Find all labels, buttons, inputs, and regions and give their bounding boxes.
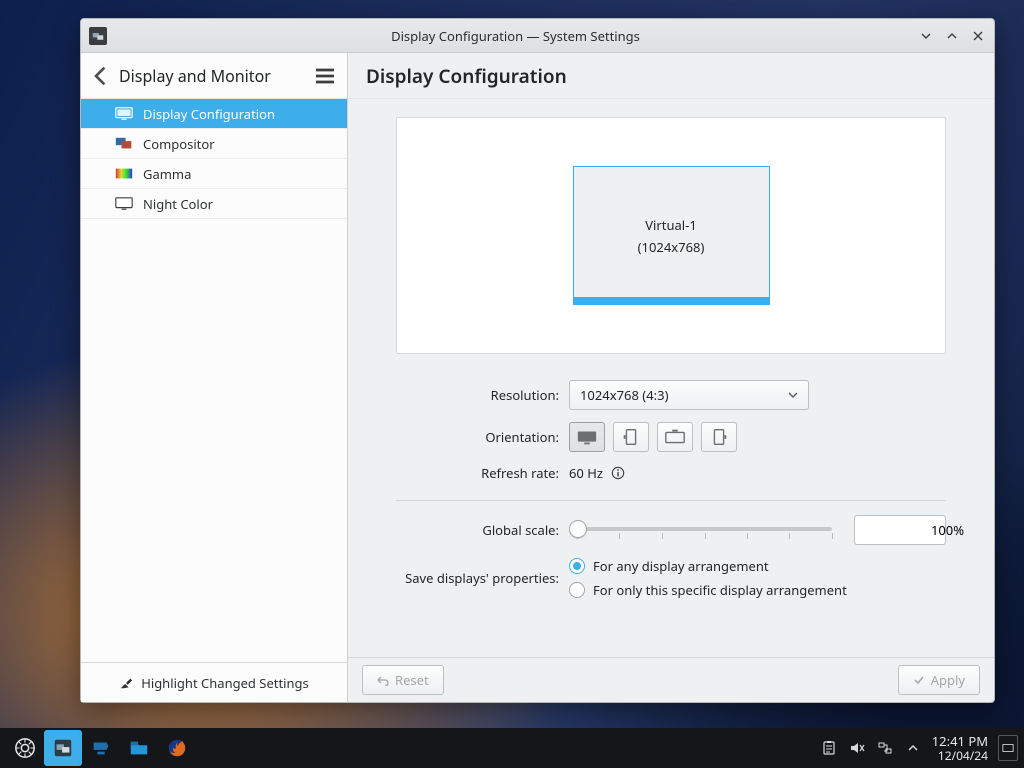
- show-desktop-button[interactable]: [998, 735, 1018, 761]
- global-scale-spinbox[interactable]: ▲ ▼: [854, 515, 946, 545]
- orientation-label: Orientation:: [396, 428, 569, 446]
- taskbar: 12:41 PM 12/04/24: [0, 728, 1024, 768]
- resolution-value: 1024x768 (4:3): [580, 386, 668, 404]
- taskbar-item-system-settings[interactable]: [44, 730, 82, 766]
- radio-any-arrangement[interactable]: For any display arrangement: [569, 557, 946, 575]
- window-titlebar[interactable]: Display Configuration — System Settings: [81, 19, 994, 53]
- refresh-rate-label: Refresh rate:: [396, 464, 569, 482]
- orientation-portrait-left-button[interactable]: [613, 422, 649, 452]
- global-scale-slider[interactable]: [569, 518, 840, 542]
- volume-muted-icon[interactable]: [848, 739, 866, 757]
- apply-button[interactable]: Apply: [898, 665, 980, 695]
- desktop-wallpaper: Display Configuration — System Settings …: [0, 0, 1024, 768]
- sidebar-item-label: Gamma: [143, 165, 191, 183]
- sidebar-item-gamma[interactable]: Gamma: [81, 159, 347, 189]
- sidebar: Display and Monitor Display Configuratio…: [81, 53, 348, 702]
- separator: [396, 500, 946, 501]
- radio-specific-arrangement[interactable]: For only this specific display arrangeme…: [569, 581, 946, 599]
- clock-date: 12/04/24: [932, 749, 988, 763]
- apply-label: Apply: [931, 671, 965, 689]
- radio-label: For only this specific display arrangeme…: [593, 581, 847, 599]
- monitor-virtual-1[interactable]: Virtual-1 (1024x768): [573, 166, 770, 305]
- clock[interactable]: 12:41 PM 12/04/24: [926, 734, 994, 763]
- hamburger-menu-button[interactable]: [313, 64, 337, 88]
- clipboard-icon[interactable]: [820, 739, 838, 757]
- taskbar-item-dolphin[interactable]: [120, 730, 158, 766]
- close-button[interactable]: [970, 28, 986, 44]
- highlight-changed-settings-button[interactable]: Highlight Changed Settings: [81, 662, 347, 702]
- global-scale-label: Global scale:: [396, 521, 569, 539]
- resolution-label: Resolution:: [396, 386, 569, 404]
- night-color-icon: [115, 197, 133, 211]
- undo-icon: [377, 674, 389, 686]
- monitor-arrangement-canvas[interactable]: Virtual-1 (1024x768): [396, 117, 946, 354]
- system-tray: [816, 739, 926, 757]
- sidebar-item-label: Display Configuration: [143, 105, 275, 123]
- sidebar-item-label: Night Color: [143, 195, 213, 213]
- monitor-icon: [115, 107, 133, 121]
- back-button[interactable]: [91, 66, 111, 86]
- taskbar-item-firefox[interactable]: [158, 730, 196, 766]
- maximize-button[interactable]: [944, 28, 960, 44]
- gamma-icon: [115, 167, 133, 181]
- sidebar-item-night-color[interactable]: Night Color: [81, 189, 347, 219]
- reset-label: Reset: [395, 671, 429, 689]
- orientation-portrait-right-button[interactable]: [701, 422, 737, 452]
- sidebar-item-compositor[interactable]: Compositor: [81, 129, 347, 159]
- save-displays-label: Save displays' properties:: [396, 569, 569, 587]
- app-icon: [89, 27, 107, 45]
- global-scale-input[interactable]: [855, 521, 994, 539]
- main-panel: Display Configuration Virtual-1 (1024x76…: [348, 53, 994, 702]
- minimize-button[interactable]: [918, 28, 934, 44]
- chevron-down-icon: [788, 390, 798, 400]
- orientation-landscape-button[interactable]: [569, 422, 605, 452]
- check-icon: [913, 674, 925, 686]
- slider-handle[interactable]: [569, 520, 587, 538]
- highlight-changed-label: Highlight Changed Settings: [141, 674, 309, 692]
- app-launcher-button[interactable]: [6, 730, 44, 766]
- tray-expand-icon[interactable]: [904, 739, 922, 757]
- page-title: Display Configuration: [366, 63, 567, 89]
- resolution-select[interactable]: 1024x768 (4:3): [569, 380, 809, 410]
- reset-button[interactable]: Reset: [362, 665, 444, 695]
- settings-window: Display Configuration — System Settings …: [80, 18, 995, 703]
- radio-label: For any display arrangement: [593, 557, 769, 575]
- info-icon[interactable]: [611, 466, 625, 480]
- radio-indicator: [569, 558, 585, 574]
- refresh-rate-value: 60 Hz: [569, 464, 603, 482]
- highlighter-icon: [119, 676, 133, 690]
- network-icon[interactable]: [876, 739, 894, 757]
- orientation-landscape-flipped-button[interactable]: [657, 422, 693, 452]
- sidebar-item-display-configuration[interactable]: Display Configuration: [81, 99, 347, 129]
- taskbar-item-discover[interactable]: [82, 730, 120, 766]
- radio-indicator: [569, 582, 585, 598]
- window-title: Display Configuration — System Settings: [113, 27, 918, 45]
- compositor-icon: [115, 137, 133, 151]
- sidebar-item-label: Compositor: [143, 135, 215, 153]
- module-title: Display and Monitor: [119, 65, 305, 87]
- monitor-resolution-caption: (1024x768): [638, 238, 705, 256]
- monitor-name: Virtual-1: [645, 216, 697, 234]
